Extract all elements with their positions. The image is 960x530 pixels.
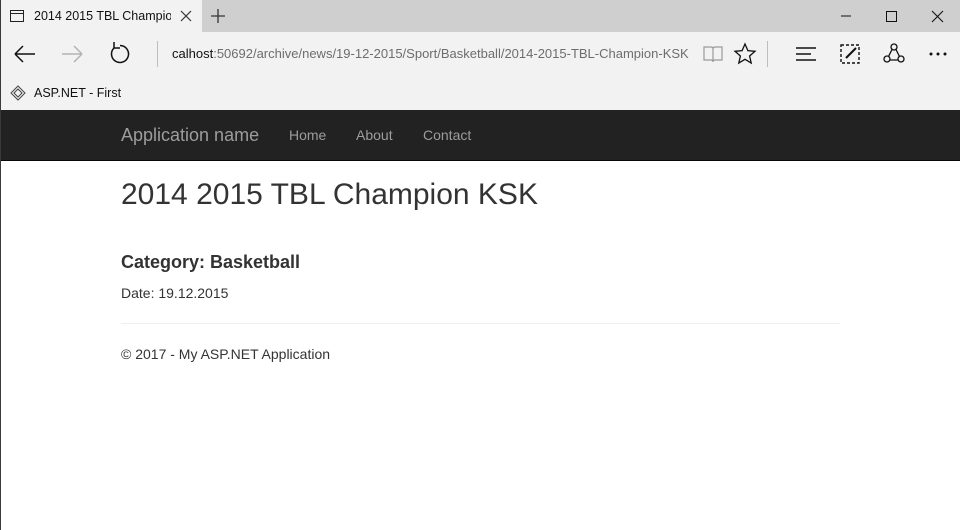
share-icon[interactable] [878,38,910,70]
minimize-icon[interactable] [823,0,869,32]
address-path: :50692/archive/news/19-12-2015/Sport/Bas… [213,46,689,61]
page-title: 2014 2015 TBL Champion KSK [121,178,538,211]
address-host: calhost [172,46,214,61]
browser-tab[interactable]: 2014 2015 TBL Champion KSK [0,0,202,32]
address-divider [157,41,158,67]
favorite-site-icon [10,85,26,101]
tab-title: 2014 2015 TBL Champion KSK [34,9,171,23]
window-close-icon[interactable] [914,0,960,32]
article-category: Category: Basketball [121,252,301,272]
nav-link-contact[interactable]: Contact [423,127,471,143]
page-icon [10,10,24,22]
web-note-icon[interactable] [834,38,866,70]
article-date: Date: 19.12.2015 [121,285,229,301]
address-bar[interactable]: calhost:50692/archive/news/19-12-2015/Sp… [172,46,692,61]
hub-icon[interactable] [790,38,822,70]
forward-arrow-icon[interactable] [56,38,88,70]
plus-icon[interactable] [208,6,228,26]
favorites-bar [0,76,960,110]
star-icon[interactable] [729,38,761,70]
reading-view-icon[interactable] [697,38,729,70]
favorite-link[interactable]: ASP.NET - First [34,86,121,100]
content-divider [121,323,840,324]
more-icon[interactable] [922,38,954,70]
nav-link-home[interactable]: Home [289,127,326,143]
toolbar-divider [767,41,768,67]
refresh-icon[interactable] [104,38,136,70]
maximize-icon[interactable] [868,0,914,32]
footer-text: © 2017 - My ASP.NET Application [121,346,331,362]
back-arrow-icon[interactable] [9,38,41,70]
brand-link[interactable]: Application name [121,125,259,146]
nav-link-about[interactable]: About [356,127,393,143]
close-icon[interactable] [178,7,194,25]
